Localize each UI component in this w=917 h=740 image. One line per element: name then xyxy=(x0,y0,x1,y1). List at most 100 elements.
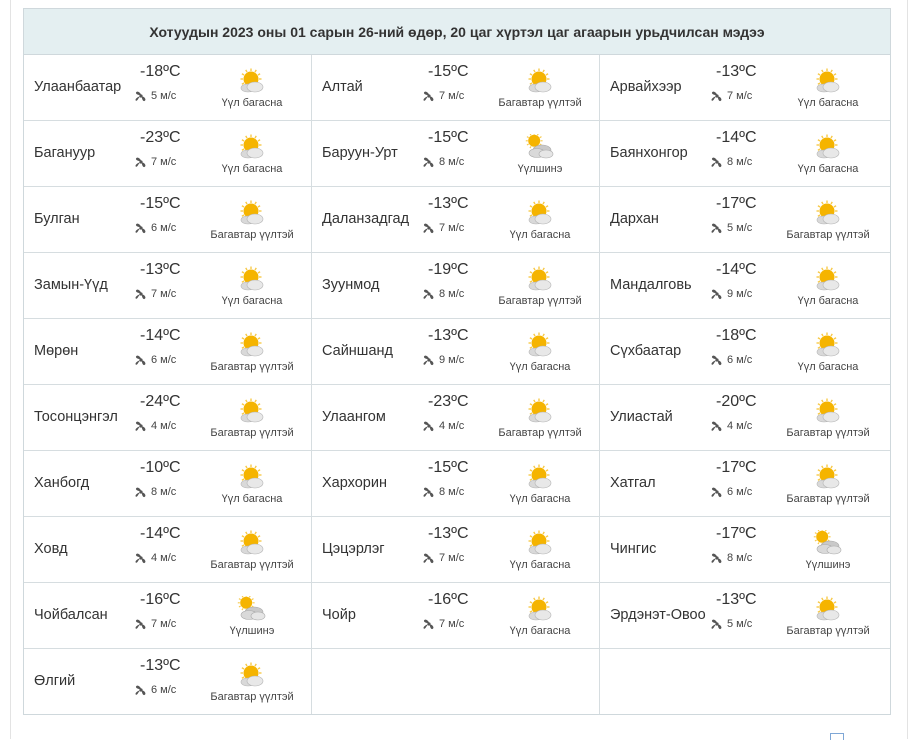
wind-fan-icon xyxy=(423,619,434,630)
city-name: Хатгал xyxy=(610,475,656,491)
wind-fan-icon xyxy=(423,487,434,498)
wind-speed: 4 м/с xyxy=(151,552,177,564)
wind-info: 9 м/с xyxy=(710,287,752,301)
wind-speed: 8 м/с xyxy=(151,486,177,498)
city-temperature: -13ºC xyxy=(140,657,181,674)
city-name: Чойбалсан xyxy=(34,607,108,623)
city-temperature: -16ºC xyxy=(140,591,181,608)
weather-description: Үүл багасна xyxy=(509,361,571,373)
city-name: Даланзадгад xyxy=(322,211,410,227)
city-temperature: -13ºC xyxy=(428,525,469,542)
wind-info: 7 м/с xyxy=(710,89,752,103)
city-temperature: -17ºC xyxy=(716,525,757,542)
city-cell: Тосонцэнгэл -24ºC 4 м/с Багавтар үүлтэй xyxy=(24,385,312,450)
wind-fan-icon xyxy=(423,553,434,564)
wind-fan-icon xyxy=(711,487,722,498)
wind-info: 6 м/с xyxy=(134,683,176,697)
weather-description: Үүл багасна xyxy=(221,163,283,175)
city-temperature: -13ºC xyxy=(716,63,757,80)
wind-fan-icon xyxy=(135,157,146,168)
weather-description: Үүл багасна xyxy=(509,559,571,571)
empty-cell xyxy=(600,649,890,714)
wind-info: 7 м/с xyxy=(422,617,464,631)
wind-fan-icon xyxy=(711,91,722,102)
wind-speed: 7 м/с xyxy=(439,552,465,564)
city-name: Тосонцэнгэл xyxy=(34,409,118,425)
city-temperature: -19ºC xyxy=(428,261,469,278)
forecast-row: Өлгий -13ºC 6 м/с Багавтар үүлтэй xyxy=(24,649,890,714)
wind-info: 6 м/с xyxy=(710,485,752,499)
wind-fan-icon xyxy=(135,487,146,498)
sun-cloud-icon xyxy=(240,464,264,489)
city-cell: Баганууp -23ºC 7 м/с Үүл багасна xyxy=(24,121,312,186)
city-temperature: -13ºC xyxy=(428,195,469,212)
weather-description: Багавтар үүлтэй xyxy=(498,295,582,307)
city-cell: Алтай -15ºC 7 м/с Багавтар үүлтэй xyxy=(312,55,600,120)
city-temperature: -14ºC xyxy=(716,129,757,146)
sun-cloud-icon xyxy=(240,530,264,555)
wind-info: 5 м/с xyxy=(710,221,752,235)
city-temperature: -15ºC xyxy=(140,195,181,212)
wind-speed: 7 м/с xyxy=(151,288,177,300)
wind-speed: 8 м/с xyxy=(439,288,465,300)
sun-cloud-icon xyxy=(816,134,840,159)
wind-info: 8 м/с xyxy=(422,155,464,169)
wind-fan-icon xyxy=(423,91,434,102)
city-name: Ханбогд xyxy=(34,475,90,491)
sun-cloud-icon xyxy=(816,332,840,357)
wind-info: 9 м/с xyxy=(422,353,464,367)
city-temperature: -14ºC xyxy=(140,327,181,344)
weather-description: Багавтар үүлтэй xyxy=(786,493,870,505)
city-temperature: -18ºC xyxy=(716,327,757,344)
forecast-row: Тосонцэнгэл -24ºC 4 м/с Багавтар үүлтэй … xyxy=(24,385,890,451)
weather-description: Үүл багасна xyxy=(509,493,571,505)
wind-fan-icon xyxy=(711,619,722,630)
weather-description: Үүл багасна xyxy=(509,625,571,637)
wind-speed: 5 м/с xyxy=(727,618,753,630)
city-cell: Замын-Үүд -13ºC 7 м/с Үүл багасна xyxy=(24,253,312,318)
city-name: Алтай xyxy=(322,79,363,95)
weather-description: Багавтар үүлтэй xyxy=(210,427,294,439)
city-cell: Даланзадгад -13ºC 7 м/с Үүл багасна xyxy=(312,187,600,252)
city-name: Булган xyxy=(34,211,80,227)
city-name: Улиастай xyxy=(610,409,673,425)
cloudy-icon xyxy=(237,596,266,621)
weather-description: Үүл багасна xyxy=(509,229,571,241)
wind-speed: 5 м/с xyxy=(151,90,177,102)
wind-speed: 4 м/с xyxy=(151,420,177,432)
city-cell: Баянхонгор -14ºC 8 м/с Үүл багасна xyxy=(600,121,890,186)
city-cell: Чойр -16ºC 7 м/с Үүл багасна xyxy=(312,583,600,648)
sun-cloud-icon xyxy=(240,134,264,159)
forecast-row: Замын-Үүд -13ºC 7 м/с Үүл багасна Зуунмо… xyxy=(24,253,890,319)
city-temperature: -13ºC xyxy=(716,591,757,608)
wind-speed: 8 м/с xyxy=(727,156,753,168)
sun-cloud-icon xyxy=(528,200,552,225)
wind-info: 7 м/с xyxy=(422,89,464,103)
city-name: Баянхонгор xyxy=(610,145,688,161)
wind-info: 7 м/с xyxy=(134,287,176,301)
sun-cloud-icon xyxy=(240,266,264,291)
city-cell: Цэцэрлэг -13ºC 7 м/с Үүл багасна xyxy=(312,517,600,582)
city-temperature: -15ºC xyxy=(428,459,469,476)
forecast-rows: Улаанбаатар -18ºC 5 м/с Үүл багасна Алта… xyxy=(24,55,890,714)
city-name: Эрдэнэт-Овоо xyxy=(610,607,706,623)
sun-cloud-icon xyxy=(528,530,552,555)
wind-speed: 9 м/с xyxy=(727,288,753,300)
weather-description: Үүл багасна xyxy=(221,97,283,109)
wind-fan-icon xyxy=(135,289,146,300)
wind-info: 5 м/с xyxy=(134,89,176,103)
wind-info: 6 м/с xyxy=(134,353,176,367)
city-cell: Эрдэнэт-Овоо -13ºC 5 м/с Багавтар үүлтэй xyxy=(600,583,890,648)
wind-info: 8 м/с xyxy=(422,485,464,499)
city-name: Өлгий xyxy=(34,673,76,689)
city-cell: Чойбалсан -16ºC 7 м/с Үүлшинэ xyxy=(24,583,312,648)
weather-description: Багавтар үүлтэй xyxy=(210,559,294,571)
wind-fan-icon xyxy=(423,355,434,366)
city-cell: Улаангом -23ºC 4 м/с Багавтар үүлтэй xyxy=(312,385,600,450)
city-cell: Ховд -14ºC 4 м/с Багавтар үүлтэй xyxy=(24,517,312,582)
city-name: Баганууp xyxy=(34,145,96,161)
city-temperature: -15ºC xyxy=(428,129,469,146)
sun-cloud-icon xyxy=(240,332,264,357)
city-name: Арвайхээр xyxy=(610,79,682,95)
city-name: Ховд xyxy=(34,541,68,557)
